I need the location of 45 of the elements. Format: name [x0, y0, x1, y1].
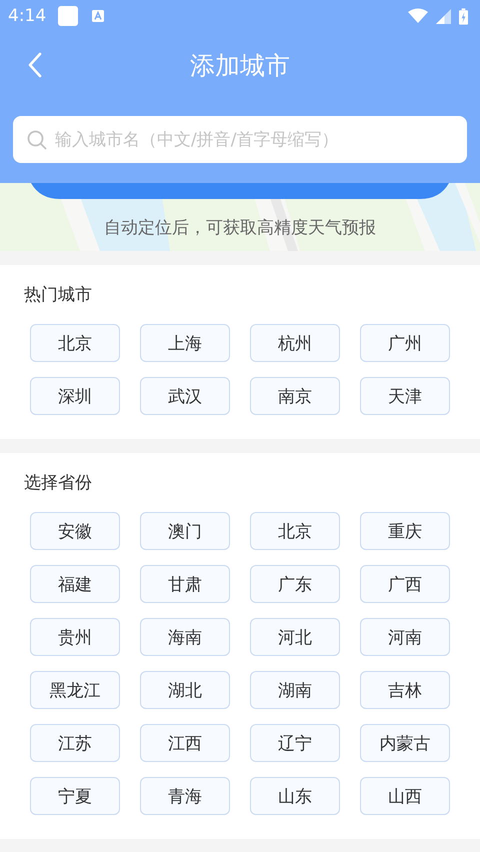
status-time: 4:14 — [8, 6, 46, 26]
province-button[interactable]: 内蒙古 — [360, 724, 450, 762]
province-button[interactable]: 河北 — [250, 618, 340, 656]
province-button[interactable]: 山西 — [360, 777, 450, 815]
back-icon — [28, 52, 42, 78]
province-button[interactable]: 海南 — [140, 618, 230, 656]
province-button[interactable]: 北京 — [250, 512, 340, 550]
city-button[interactable]: 深圳 — [30, 377, 120, 415]
city-button[interactable]: 北京 — [30, 324, 120, 362]
city-button[interactable]: 广州 — [360, 324, 450, 362]
province-button[interactable]: 湖北 — [140, 671, 230, 709]
province-button[interactable]: 广西 — [360, 565, 450, 603]
page-title: 添加城市 — [190, 50, 290, 82]
notification-icon — [58, 6, 78, 26]
search-field[interactable]: 输入城市名（中文/拼音/首字母缩写） — [13, 116, 467, 163]
province-button[interactable]: 安徽 — [30, 512, 120, 550]
section-title: 热门城市 — [24, 284, 93, 306]
province-button[interactable]: 重庆 — [360, 512, 450, 550]
province-button[interactable]: 宁夏 — [30, 777, 120, 815]
province-button[interactable]: 甘肃 — [140, 565, 230, 603]
province-button[interactable]: 辽宁 — [250, 724, 340, 762]
province-button[interactable]: 青海 — [140, 777, 230, 815]
city-button[interactable]: 天津 — [360, 377, 450, 415]
signal-icon — [436, 8, 451, 24]
wifi-icon — [408, 8, 428, 24]
province-button[interactable]: 福建 — [30, 565, 120, 603]
battery-icon — [459, 8, 468, 24]
province-button[interactable]: 山东 — [250, 777, 340, 815]
section-title: 选择省份 — [24, 472, 93, 494]
city-button[interactable]: 上海 — [140, 324, 230, 362]
keyboard-icon — [92, 10, 104, 22]
search-icon — [27, 130, 47, 150]
province-button[interactable]: 吉林 — [360, 671, 450, 709]
city-button[interactable]: 杭州 — [250, 324, 340, 362]
province-button[interactable]: 澳门 — [140, 512, 230, 550]
province-button[interactable]: 江西 — [140, 724, 230, 762]
city-button[interactable]: 南京 — [250, 377, 340, 415]
province-button[interactable]: 广东 — [250, 565, 340, 603]
location-hint: 自动定位后，可获取高精度天气预报 — [104, 217, 376, 240]
province-button[interactable]: 湖南 — [250, 671, 340, 709]
city-button[interactable]: 武汉 — [140, 377, 230, 415]
province-button[interactable]: 河南 — [360, 618, 450, 656]
province-button[interactable]: 黑龙江 — [30, 671, 120, 709]
province-button[interactable]: 江苏 — [30, 724, 120, 762]
province-button[interactable]: 贵州 — [30, 618, 120, 656]
